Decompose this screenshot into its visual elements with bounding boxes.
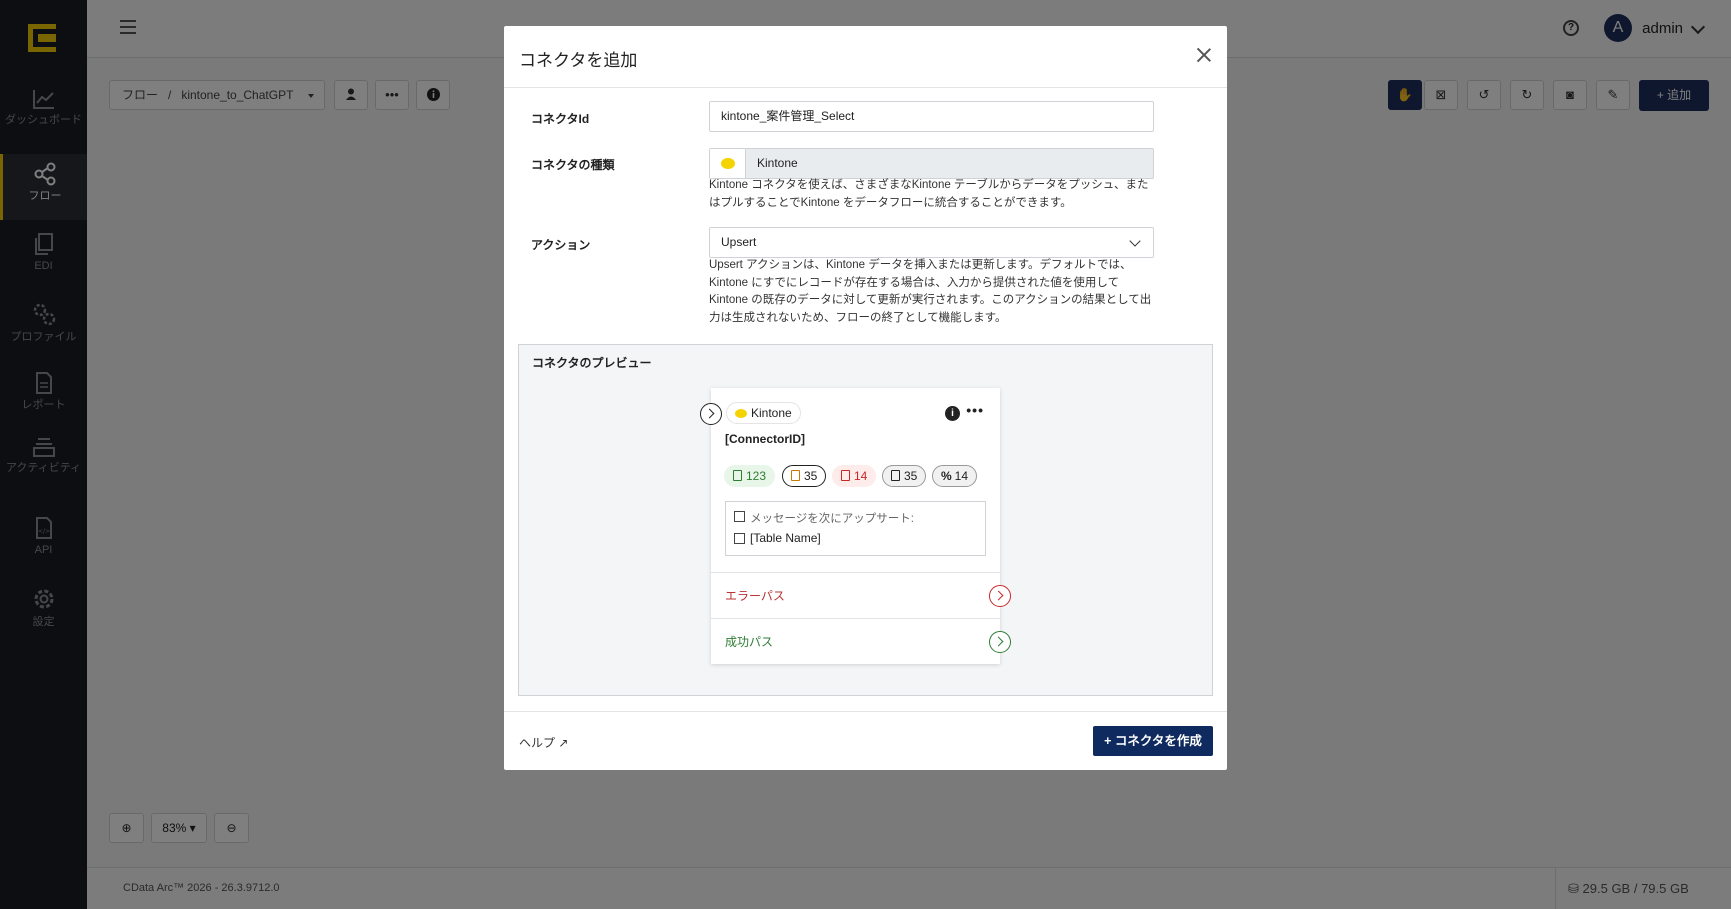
- create-connector-button[interactable]: + コネクタを作成: [1093, 726, 1213, 756]
- add-connector-modal: コネクタを追加 コネクタId kintone_案件管理_Select コネクタの…: [504, 26, 1227, 770]
- success-path-label: 成功パス: [725, 635, 774, 649]
- badge-value: 35: [804, 469, 818, 483]
- action-label: アクション: [531, 238, 591, 252]
- badge-value: 14: [954, 469, 969, 483]
- chip-label: Kintone: [751, 406, 792, 420]
- error-count-badge: 14: [832, 465, 877, 487]
- kintone-icon: [735, 409, 747, 418]
- badge-value: 35: [904, 469, 918, 483]
- info-icon: i: [945, 406, 960, 421]
- connector-card: Kintone i ••• [ConnectorID] 123 35 14 35…: [700, 388, 1011, 664]
- action-value: Upsert: [721, 235, 757, 249]
- percent-icon: %: [941, 469, 952, 483]
- upload-icon: [734, 511, 745, 522]
- connector-preview: コネクタのプレビュー Kintone i ••• [ConnectorID] 1…: [518, 344, 1213, 696]
- chevron-down-icon: [1129, 235, 1141, 247]
- connector-type-description: Kintone コネクタを使えば、さまざまなKintone テーブルからデータを…: [709, 179, 1149, 209]
- skipped-count-badge: % 14: [932, 465, 978, 487]
- action-description: Upsert アクションは、Kintone データを挿入または更新します。デフォ…: [709, 259, 1152, 324]
- pending-count-badge: 35: [782, 465, 827, 487]
- connector-type-field: Kintone: [709, 148, 1154, 179]
- help-link[interactable]: ヘルプ ↗: [519, 734, 568, 751]
- ellipsis-icon: •••: [966, 402, 984, 418]
- badge-value: 14: [854, 469, 868, 483]
- badge-value: 123: [746, 469, 767, 483]
- action-select[interactable]: Upsert: [709, 227, 1154, 258]
- file-icon: [891, 470, 900, 481]
- modal-title: コネクタを追加: [519, 51, 638, 70]
- success-count-badge: 123: [724, 465, 776, 487]
- file-icon: [791, 470, 800, 481]
- success-path-row: 成功パス: [711, 618, 1011, 664]
- modal-header: コネクタを追加: [504, 26, 1227, 88]
- message-box: メッセージを次にアップサート: [Table Name]: [725, 501, 986, 556]
- connector-chip: Kintone: [726, 402, 801, 424]
- error-path-row: エラーパス: [711, 572, 1011, 618]
- error-port-icon: [989, 585, 1011, 607]
- kintone-icon: [710, 149, 746, 178]
- success-port-icon: [989, 631, 1011, 653]
- connector-id-input[interactable]: kintone_案件管理_Select: [709, 101, 1154, 132]
- error-path-label: エラーパス: [725, 589, 785, 603]
- message-line: メッセージを次にアップサート:: [750, 513, 914, 525]
- preview-title: コネクタのプレビュー: [532, 356, 652, 370]
- modal-footer: ヘルプ ↗ + コネクタを作成: [504, 711, 1227, 770]
- connector-id-label: コネクタId: [531, 112, 590, 126]
- input-port-icon: [700, 403, 722, 425]
- external-link-icon: ↗: [558, 736, 569, 750]
- help-label: ヘルプ: [519, 736, 556, 750]
- total-count-badge: 35: [882, 465, 927, 487]
- card-connector-id: [ConnectorID]: [725, 432, 805, 446]
- connector-type-value: Kintone: [757, 156, 798, 170]
- close-icon[interactable]: [1195, 46, 1213, 64]
- table-name: [Table Name]: [750, 531, 821, 545]
- table-icon: [734, 533, 745, 544]
- connector-type-label: コネクタの種類: [531, 158, 615, 172]
- file-icon: [841, 470, 850, 481]
- file-icon: [733, 470, 742, 481]
